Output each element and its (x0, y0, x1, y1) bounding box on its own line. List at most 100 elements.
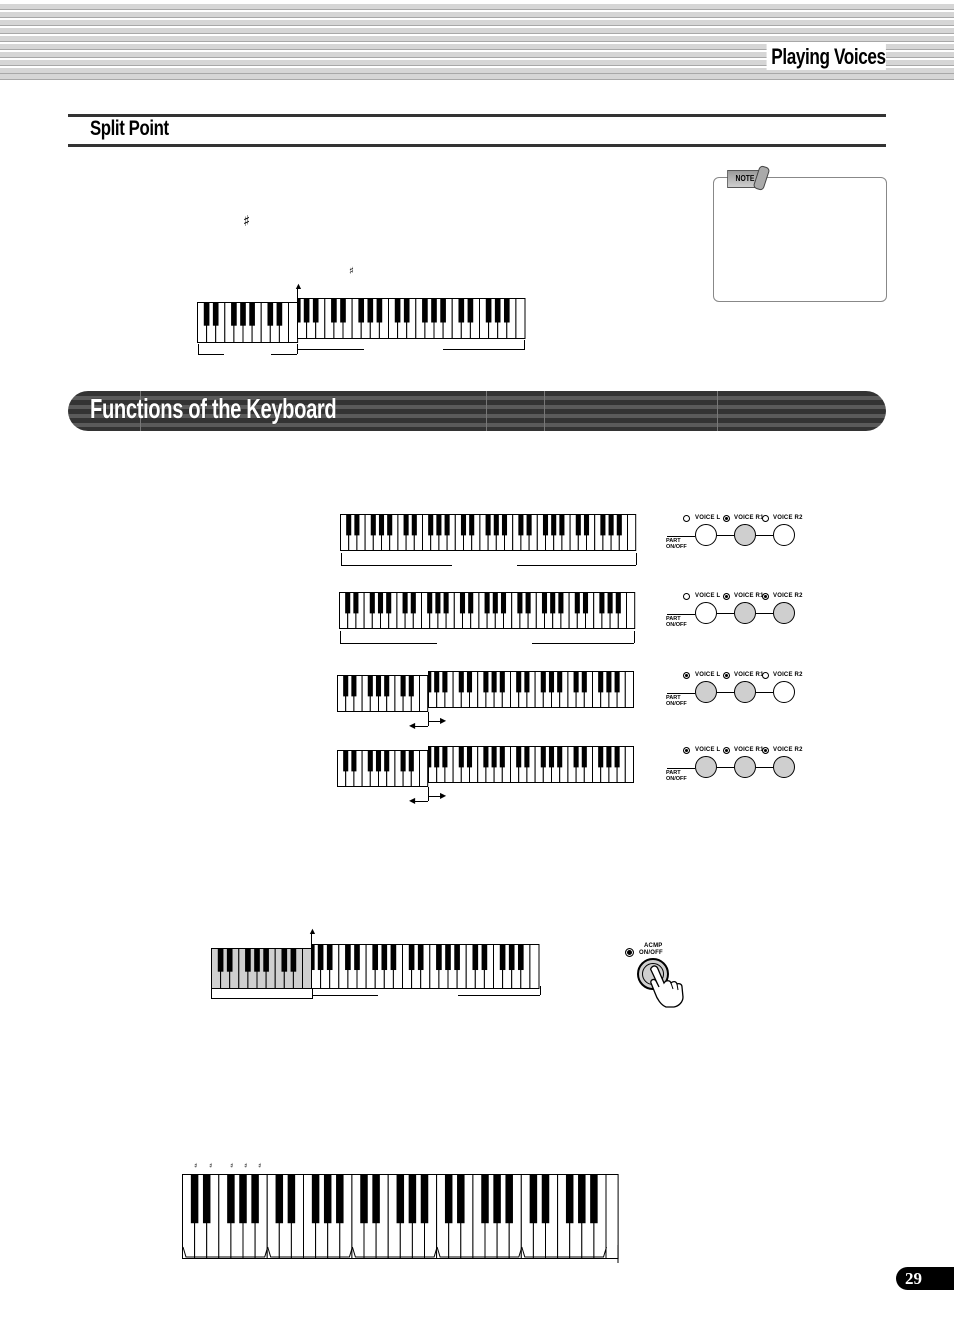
acmp-label-line1: ACMP (644, 943, 663, 949)
acmp-label-line2: ON/OFF (639, 950, 663, 956)
voice-button-voice-r1[interactable] (734, 681, 756, 703)
voice-lamp-voice-r2 (762, 593, 769, 600)
black-key (481, 1174, 489, 1224)
black-key (491, 746, 497, 768)
black-key (367, 675, 373, 697)
black-key (367, 298, 374, 323)
black-key (326, 944, 333, 971)
keyboard-diagram-voice-r1-r2 (339, 592, 636, 630)
voice-button-voice-r1[interactable] (734, 524, 756, 546)
voice-button-voice-l[interactable] (695, 524, 717, 546)
voice-button-voice-r2[interactable] (773, 756, 795, 778)
voice-lamp-voice-r2 (762, 515, 769, 522)
black-key (263, 948, 269, 972)
button-connector (717, 535, 734, 536)
sharp-mark: ♯ (230, 1162, 234, 1170)
black-key (541, 592, 548, 614)
voice-label: VOICE R1 (734, 747, 764, 753)
octave-bracket (351, 1246, 438, 1258)
note-box (713, 177, 887, 302)
black-key (516, 746, 522, 768)
split-marker (428, 787, 429, 801)
split-point-arrow-stem (311, 933, 312, 944)
black-key (402, 592, 408, 614)
split-marker (428, 712, 429, 726)
black-key (468, 592, 474, 614)
sharp-symbol: ♯ (243, 212, 251, 230)
white-key (419, 750, 429, 787)
black-key (503, 298, 510, 323)
black-key (317, 944, 324, 971)
black-key (422, 298, 428, 323)
keyboard-right-section (428, 746, 635, 784)
bracket-tick (340, 631, 341, 643)
voice-lamp-voice-r1 (723, 515, 730, 522)
black-key (403, 514, 409, 536)
black-key (484, 592, 490, 614)
voice-button-voice-l[interactable] (695, 602, 717, 624)
voice-button-voice-r1[interactable] (734, 602, 756, 624)
white-key (624, 746, 635, 783)
voice-button-voice-l[interactable] (695, 756, 717, 778)
black-key (575, 514, 581, 536)
white-key (529, 944, 540, 989)
part-label-leader (667, 536, 695, 537)
black-key (303, 298, 310, 323)
voice-lamp-voice-r2 (762, 672, 769, 679)
arrow-left-icon: ◀ (409, 796, 416, 805)
keyboard-left-section (197, 302, 299, 344)
black-key (485, 514, 491, 536)
black-key (548, 671, 555, 693)
black-key (434, 746, 440, 768)
white-key (627, 514, 637, 551)
black-key (345, 592, 351, 614)
black-key (457, 1174, 465, 1224)
black-key (417, 944, 424, 971)
black-key (254, 948, 260, 972)
black-key (583, 514, 590, 536)
black-key (354, 944, 360, 971)
voice-label: VOICE R1 (734, 593, 764, 599)
black-key (529, 1174, 538, 1224)
black-key (505, 1174, 513, 1224)
black-key (381, 944, 388, 971)
sharp-mark: ♯ (209, 1162, 213, 1170)
black-key (540, 746, 546, 768)
voice-button-voice-r2[interactable] (773, 602, 795, 624)
black-key (581, 746, 587, 768)
black-key (444, 1174, 453, 1224)
black-key (524, 671, 530, 693)
button-connector (717, 692, 734, 693)
voice-label: VOICE R2 (773, 672, 803, 678)
black-key (351, 750, 357, 772)
black-key (408, 944, 415, 971)
voice-button-voice-r1[interactable] (734, 756, 756, 778)
black-key (312, 298, 319, 323)
black-key (499, 671, 505, 693)
voice-label: VOICE L (695, 593, 721, 599)
black-key (239, 1174, 247, 1224)
voice-button-voice-r2[interactable] (773, 681, 795, 703)
black-key (400, 750, 406, 772)
black-key (297, 298, 301, 323)
octave-bracket (521, 1246, 607, 1258)
heading-rule-bottom (68, 144, 886, 147)
black-key (459, 592, 466, 614)
voice-label: VOICE R1 (734, 515, 764, 521)
black-key (190, 1174, 199, 1224)
keyboard-left-section (337, 750, 429, 788)
black-key (249, 302, 255, 326)
sharp-symbol: ♯ (349, 266, 354, 277)
black-key (311, 1174, 320, 1224)
black-key (550, 592, 556, 614)
voice-button-voice-l[interactable] (695, 681, 717, 703)
keyboard-right-section (311, 944, 541, 990)
black-key (226, 948, 233, 972)
voice-button-voice-r2[interactable] (773, 524, 795, 546)
black-key (454, 944, 460, 971)
black-key (436, 944, 442, 971)
black-key (387, 514, 393, 536)
black-key (600, 514, 606, 536)
part-label-leader (667, 614, 695, 615)
black-key (378, 514, 385, 536)
